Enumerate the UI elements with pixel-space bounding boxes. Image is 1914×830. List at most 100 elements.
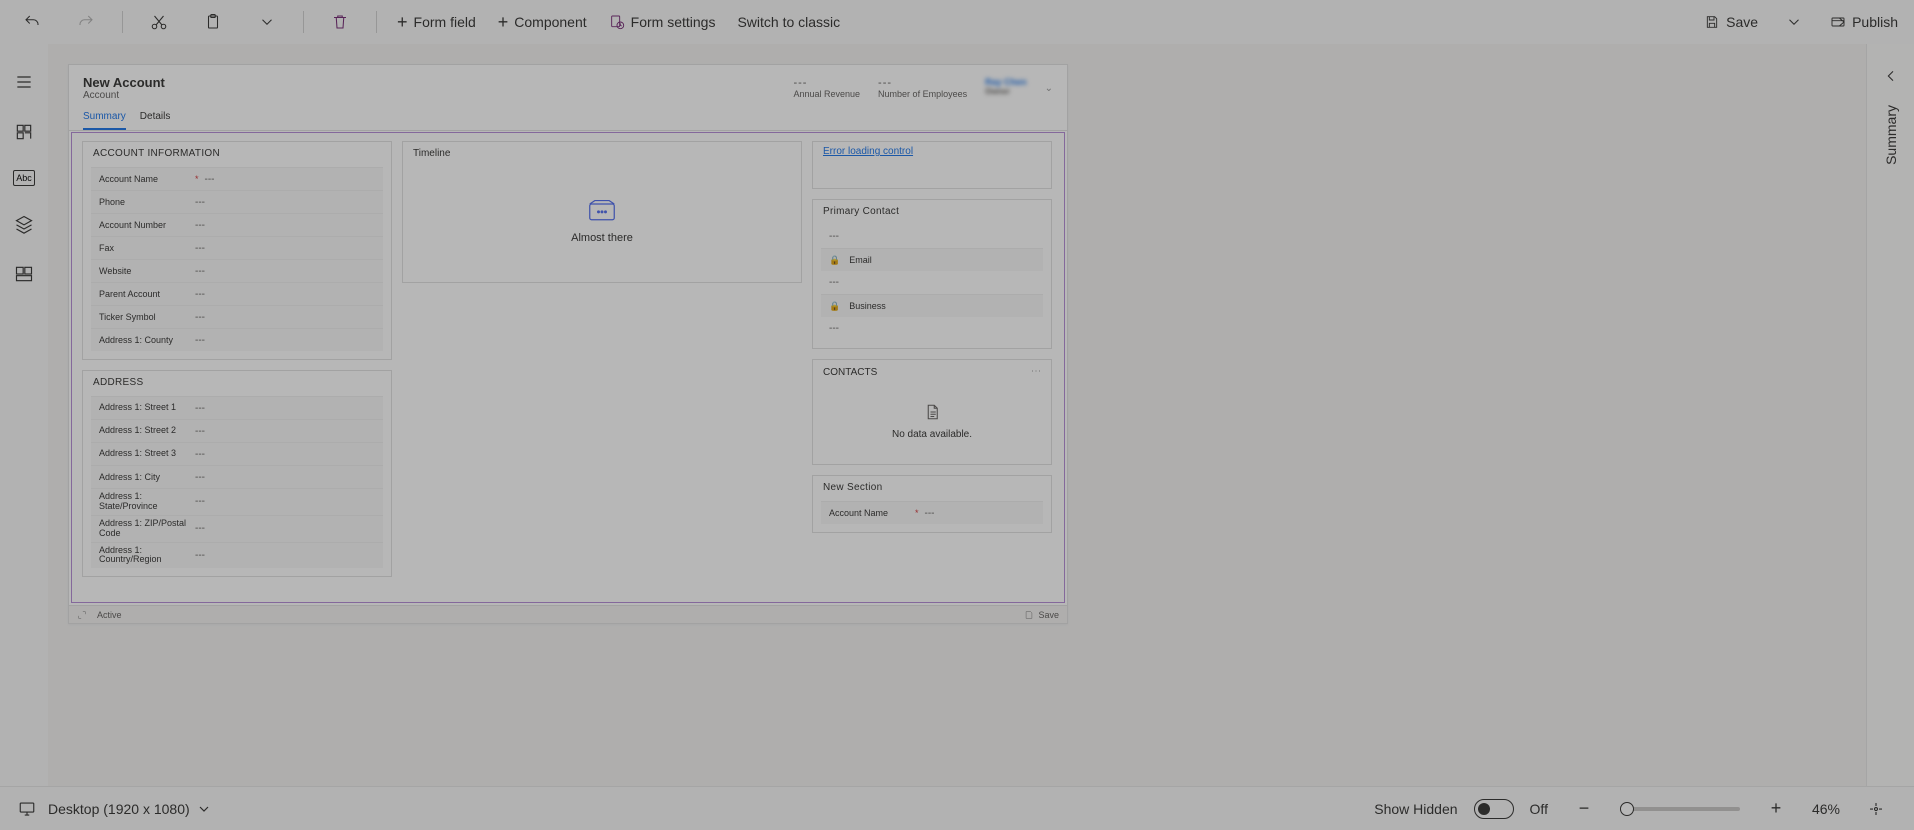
- resolution-dropdown[interactable]: Desktop (1920 x 1080): [44, 793, 216, 825]
- form-column-2: Timeline Almost there: [402, 141, 802, 594]
- header-field-annual-revenue[interactable]: --- Annual Revenue: [793, 77, 860, 99]
- hamburger-icon: [14, 72, 34, 92]
- form-column-1: ACCOUNT INFORMATION Account Name*---Phon…: [82, 141, 392, 594]
- form-field-row[interactable]: Address 1: State/Province---: [91, 488, 383, 515]
- form-field-row[interactable]: Address 1: Street 2---: [91, 419, 383, 442]
- section-title: ADDRESS: [83, 371, 391, 394]
- form-field-row[interactable]: Parent Account---: [91, 282, 383, 305]
- redo-button[interactable]: [66, 6, 106, 38]
- command-bar-right: Save Publish: [1700, 6, 1902, 38]
- zoom-out-button[interactable]: −: [1564, 793, 1604, 825]
- delete-button[interactable]: [320, 6, 360, 38]
- form-field-row[interactable]: Phone ---: [91, 190, 383, 213]
- add-form-field-button[interactable]: Form field: [393, 6, 480, 38]
- fit-to-screen-button[interactable]: [1856, 793, 1896, 825]
- form-field-row[interactable]: Fax---: [91, 236, 383, 259]
- field-primary-contact-email[interactable]: 🔒 Email: [821, 248, 1043, 271]
- publish-label: Publish: [1852, 14, 1898, 30]
- form-subtitle: Account: [83, 90, 165, 101]
- cut-icon: [150, 13, 168, 31]
- form-field-row[interactable]: Address 1: City ---: [91, 465, 383, 488]
- canvas[interactable]: New Account Account --- Annual Revenue -…: [48, 44, 1866, 786]
- form-field-row[interactable]: Address 1: County---: [91, 328, 383, 351]
- required-indicator: *: [195, 174, 199, 184]
- lock-icon: 🔒: [829, 255, 840, 266]
- publish-button[interactable]: Publish: [1826, 6, 1902, 38]
- zoom-slider[interactable]: [1620, 807, 1740, 811]
- field-primary-contact-business[interactable]: 🔒 Business: [821, 294, 1043, 317]
- field-label: Phone: [99, 197, 189, 207]
- section-account-information[interactable]: ACCOUNT INFORMATION Account Name*---Phon…: [82, 141, 392, 360]
- expand-icon[interactable]: [77, 610, 87, 620]
- timeline-message: Almost there: [571, 232, 633, 244]
- section-primary-contact[interactable]: Primary Contact --- 🔒 Email: [812, 199, 1052, 349]
- form-field-row[interactable]: Address 1: Street 1---: [91, 396, 383, 419]
- field-new-section-account-name[interactable]: Account Name * ---: [821, 501, 1043, 524]
- save-button[interactable]: Save: [1700, 6, 1762, 38]
- field-value: ---: [195, 472, 205, 483]
- field-label: Account Number: [99, 220, 189, 230]
- error-loading-control-link[interactable]: Error loading control: [813, 142, 923, 161]
- form-field-row[interactable]: Account Name*---: [91, 167, 383, 190]
- plus-icon: [397, 13, 408, 31]
- undo-button[interactable]: [12, 6, 52, 38]
- field-label: Address 1: Street 3: [99, 449, 189, 459]
- add-component-button[interactable]: Component: [494, 6, 591, 38]
- cut-button[interactable]: [139, 6, 179, 38]
- chevron-down-icon: [258, 13, 276, 31]
- form-libraries-button[interactable]: [12, 262, 36, 286]
- form-settings-button[interactable]: Form settings: [605, 6, 720, 38]
- field-label: Address 1: County: [99, 335, 189, 345]
- field-label: Address 1: City: [99, 472, 189, 482]
- contacts-overflow-button[interactable]: ⋮: [1030, 366, 1041, 378]
- section-address[interactable]: ADDRESS Address 1: Street 1---Address 1:…: [82, 370, 392, 577]
- contacts-no-data-msg: No data available.: [892, 429, 972, 440]
- switch-classic-label: Switch to classic: [737, 14, 840, 30]
- section-new-section[interactable]: New Section Account Name * ---: [812, 475, 1052, 533]
- hamburger-button[interactable]: [12, 70, 36, 94]
- form-field-row[interactable]: Address 1: Street 3---: [91, 442, 383, 465]
- field-label: Address 1: Country/Region: [99, 546, 189, 566]
- command-bar-left: Form field Component Form settings Switc…: [12, 6, 844, 38]
- paste-button[interactable]: [193, 6, 233, 38]
- field-primary-contact-value[interactable]: ---: [821, 225, 1043, 248]
- header-field-owner[interactable]: Ray Chen Owner: [985, 77, 1027, 99]
- form-field-row[interactable]: Ticker Symbol---: [91, 305, 383, 328]
- command-bar: Form field Component Form settings Switc…: [0, 0, 1914, 44]
- layers-icon: [14, 214, 34, 234]
- field-value: ---: [195, 220, 205, 231]
- show-hidden-toggle[interactable]: [1474, 799, 1514, 819]
- switch-classic-button[interactable]: Switch to classic: [733, 6, 844, 38]
- form-field-row[interactable]: Account Number ---: [91, 213, 383, 236]
- tab-summary[interactable]: Summary: [83, 105, 126, 130]
- section-title: ACCOUNT INFORMATION: [83, 142, 391, 165]
- section-contacts[interactable]: CONTACTS ⋮ No data available.: [812, 359, 1052, 465]
- chevron-left-icon: [1883, 68, 1899, 84]
- field-value: ---: [195, 197, 205, 208]
- section-error-control[interactable]: Error loading control: [812, 141, 1052, 189]
- paste-dropdown-button[interactable]: [247, 6, 287, 38]
- tree-view-button[interactable]: [12, 212, 36, 236]
- separator: [376, 11, 377, 33]
- field-label: Address 1: State/Province: [99, 492, 189, 512]
- section-timeline[interactable]: Timeline Almost there: [402, 141, 802, 283]
- zoom-in-button[interactable]: +: [1756, 793, 1796, 825]
- fields-button[interactable]: Abc: [13, 170, 35, 186]
- chevron-down-icon: [1785, 13, 1803, 31]
- form-field-row[interactable]: Website---: [91, 259, 383, 282]
- header-chevron-button[interactable]: ⌄: [1045, 83, 1053, 94]
- field-label: Address 1: ZIP/Postal Code: [99, 519, 189, 539]
- expand-panel-button[interactable]: [1883, 68, 1899, 89]
- header-field-num-employees[interactable]: --- Number of Employees: [878, 77, 967, 99]
- form-field-row[interactable]: Address 1: Country/Region---: [91, 542, 383, 569]
- save-dropdown-button[interactable]: [1774, 6, 1814, 38]
- tab-details[interactable]: Details: [140, 105, 171, 130]
- save-icon[interactable]: [1024, 610, 1034, 620]
- tab-body-selected[interactable]: ACCOUNT INFORMATION Account Name*---Phon…: [71, 132, 1065, 603]
- form-status-label: Active: [97, 610, 122, 620]
- form-field-row[interactable]: Address 1: ZIP/Postal Code---: [91, 515, 383, 542]
- form-preview: New Account Account --- Annual Revenue -…: [69, 65, 1067, 623]
- paste-icon: [204, 13, 222, 31]
- components-button[interactable]: [12, 120, 36, 144]
- field-label: Parent Account: [99, 289, 189, 299]
